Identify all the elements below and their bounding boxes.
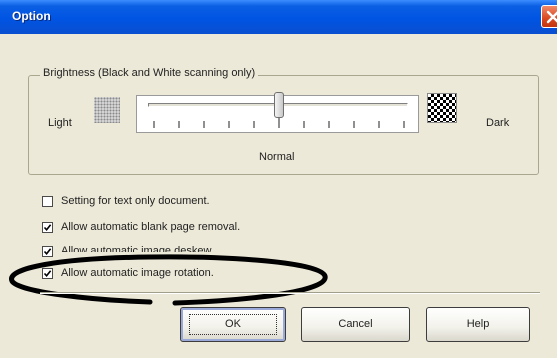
- button-separator: [40, 292, 540, 294]
- help-button[interactable]: Help: [426, 307, 530, 342]
- help-button-label: Help: [466, 318, 490, 330]
- cancel-button[interactable]: Cancel: [301, 307, 410, 342]
- cancel-button-label: Cancel: [338, 318, 373, 330]
- ok-button[interactable]: OK: [180, 307, 286, 342]
- option-dialog: Option Brightness (Black and White scann…: [0, 0, 557, 358]
- highlight-ellipse: [9, 254, 328, 306]
- focus-rectangle: [189, 314, 277, 335]
